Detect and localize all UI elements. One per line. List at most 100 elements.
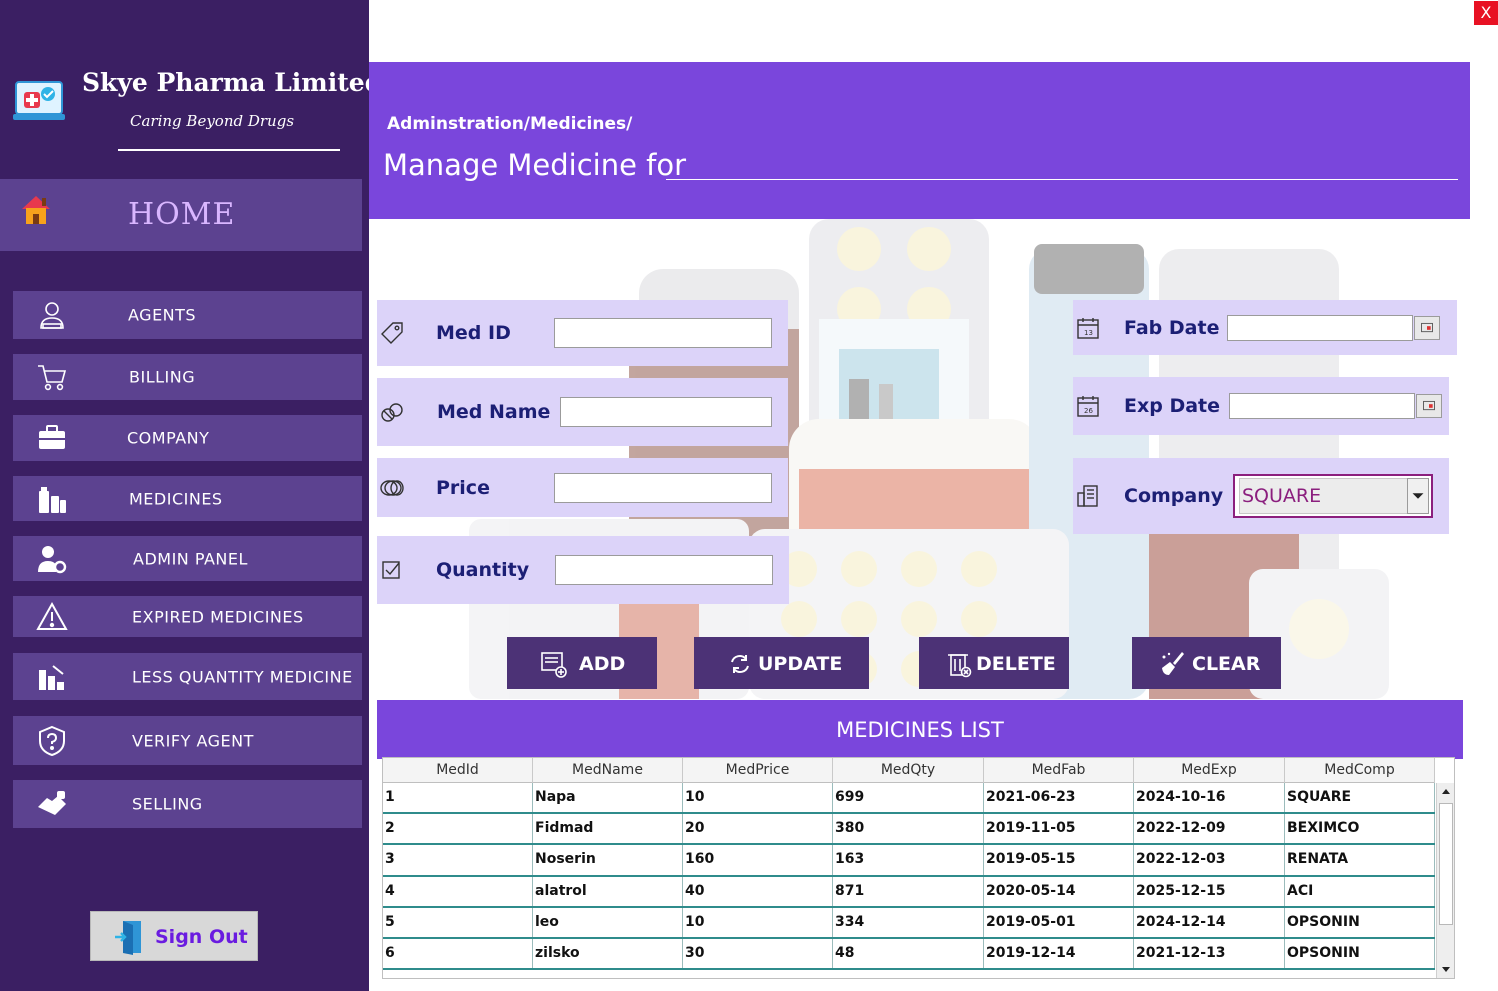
column-header-medname[interactable]: MedName: [533, 758, 683, 783]
table-cell: 10: [683, 783, 833, 813]
table-cell: 4: [383, 876, 533, 906]
table-cell: 3: [383, 845, 533, 875]
table-cell: zilsko: [533, 938, 683, 969]
fab-date-picker-button[interactable]: [1414, 315, 1440, 340]
add-record-icon: [541, 652, 567, 678]
delete-button[interactable]: DELETE: [919, 637, 1069, 689]
table-cell: 2019-12-14: [984, 938, 1134, 969]
exp-date-picker-button[interactable]: [1416, 394, 1442, 418]
table-cell: 20: [683, 814, 833, 844]
exp-date-label: Exp Date: [1124, 395, 1221, 417]
scroll-up-icon[interactable]: [1437, 783, 1455, 801]
table-cell: RENATA: [1285, 845, 1435, 875]
med-id-input[interactable]: [554, 318, 772, 348]
add-button[interactable]: ADD: [507, 637, 657, 689]
pharmacy-logo-icon: [13, 81, 65, 120]
home-label: HOME: [128, 197, 236, 232]
sidebar-item-admin-panel[interactable]: ADMIN PANEL: [13, 536, 362, 581]
chevron-down-icon[interactable]: [1407, 478, 1429, 514]
table-cell: 2019-05-01: [984, 907, 1134, 937]
page-title: Manage Medicine for: [383, 148, 687, 182]
table-cell: 2019-11-05: [984, 814, 1134, 844]
table-cell: 334: [833, 907, 984, 937]
sidebar-item-agents[interactable]: AGENTS: [13, 291, 362, 339]
price-panel: Price: [377, 458, 788, 517]
table-cell: Napa: [533, 783, 683, 813]
table-row[interactable]: 5 leo 10 334 2019-05-01 2024-12-14 OPSON…: [383, 907, 1435, 939]
delete-label: DELETE: [976, 653, 1056, 675]
med-name-panel: Med Name: [377, 378, 788, 446]
table-cell: Fidmad: [533, 814, 683, 844]
table-row[interactable]: 2 Fidmad 20 380 2019-11-05 2022-12-09 BE…: [383, 814, 1435, 846]
column-header-medfab[interactable]: MedFab: [984, 758, 1134, 783]
company-selected-value: SQUARE: [1239, 478, 1411, 514]
sidebar-item-label: MEDICINES: [129, 489, 223, 508]
table-row[interactable]: 4 alatrol 40 871 2020-05-14 2025-12-15 A…: [383, 876, 1435, 908]
table-cell: Noserin: [533, 845, 683, 875]
update-button[interactable]: UPDATE: [694, 637, 869, 689]
warning-icon: [36, 601, 68, 630]
price-input[interactable]: [554, 472, 772, 503]
column-header-medexp[interactable]: MedExp: [1134, 758, 1285, 783]
table-row[interactable]: 3 Noserin 160 163 2019-05-15 2022-12-03 …: [383, 845, 1435, 877]
table-cell: BEXIMCO: [1285, 814, 1435, 844]
table-cell: leo: [533, 907, 683, 937]
table-cell: 2021-12-13: [1134, 938, 1285, 969]
sidebar-item-label: COMPANY: [127, 428, 210, 448]
sidebar-item-expired-medicines[interactable]: EXPIRED MEDICINES: [13, 596, 362, 637]
table-row[interactable]: 6 zilsko 30 48 2019-12-14 2021-12-13 OPS…: [383, 938, 1435, 971]
clear-button[interactable]: CLEAR: [1132, 637, 1281, 689]
table-cell: 10: [683, 907, 833, 937]
clear-label: CLEAR: [1192, 653, 1261, 675]
scroll-thumb[interactable]: [1439, 803, 1453, 925]
quantity-input[interactable]: [555, 555, 773, 585]
handshake-icon: [38, 791, 66, 815]
column-header-medqty[interactable]: MedQty: [833, 758, 984, 783]
sidebar-item-medicines[interactable]: MEDICINES: [13, 476, 362, 521]
broom-icon: [1162, 652, 1184, 675]
column-header-medcomp[interactable]: MedComp: [1285, 758, 1435, 783]
medicines-table: MedId MedName MedPrice MedQty MedFab Med…: [382, 757, 1455, 979]
med-name-input[interactable]: [560, 397, 772, 427]
table-row[interactable]: 1 Napa 10 699 2021-06-23 2024-10-16 SQUA…: [383, 783, 1435, 815]
sidebar-item-label: AGENTS: [128, 305, 197, 325]
sidebar-item-company[interactable]: COMPANY: [13, 415, 362, 461]
sidebar-item-billing[interactable]: BILLING: [13, 354, 362, 400]
brand-tagline: Caring Beyond Drugs: [130, 112, 295, 130]
med-id-label: Med ID: [436, 322, 511, 344]
table-cell: 2025-12-15: [1134, 876, 1285, 906]
sidebar-item-less-quantity-medicine[interactable]: LESS QUANTITY MEDICINE: [13, 653, 362, 700]
close-button[interactable]: X: [1474, 1, 1498, 25]
table-header: MedId MedName MedPrice MedQty MedFab Med…: [383, 758, 1435, 783]
column-header-medprice[interactable]: MedPrice: [683, 758, 833, 783]
shield-icon: [39, 725, 65, 756]
briefcase-icon: [39, 425, 65, 449]
table-cell: 6: [383, 938, 533, 969]
table-scrollbar[interactable]: [1436, 783, 1454, 978]
exp-date-input[interactable]: [1229, 393, 1415, 419]
money-icon: [380, 479, 404, 496]
sidebar-item-verify-agent[interactable]: VERIFY AGENT: [13, 716, 362, 765]
sidebar-item-selling[interactable]: SELLING: [13, 780, 362, 828]
table-cell: 2022-12-03: [1134, 845, 1285, 875]
quantity-label: Quantity: [436, 559, 530, 581]
brand-name: Skye Pharma Limited: [82, 68, 383, 97]
sign-out-icon: [115, 921, 141, 955]
sign-out-button[interactable]: Sign Out: [90, 911, 258, 961]
fab-date-input[interactable]: [1227, 314, 1413, 341]
scroll-down-icon[interactable]: [1437, 960, 1455, 978]
table-cell: 2020-05-14: [984, 876, 1134, 906]
table-cell: 699: [833, 783, 984, 813]
column-header-medid[interactable]: MedId: [383, 758, 533, 783]
home-button[interactable]: HOME: [0, 179, 362, 251]
table-cell: 40: [683, 876, 833, 906]
table-cell: OPSONIN: [1285, 907, 1435, 937]
fab-date-panel: 13 Fab Date: [1073, 300, 1457, 355]
company-select[interactable]: SQUARE: [1233, 474, 1433, 518]
svg-text:13: 13: [1084, 329, 1093, 337]
brand-divider: [118, 149, 340, 151]
building-icon: [1077, 485, 1098, 507]
sidebar-item-label: ADMIN PANEL: [133, 549, 248, 568]
sidebar-item-label: BILLING: [129, 367, 196, 387]
table-cell: 2022-12-09: [1134, 814, 1285, 844]
